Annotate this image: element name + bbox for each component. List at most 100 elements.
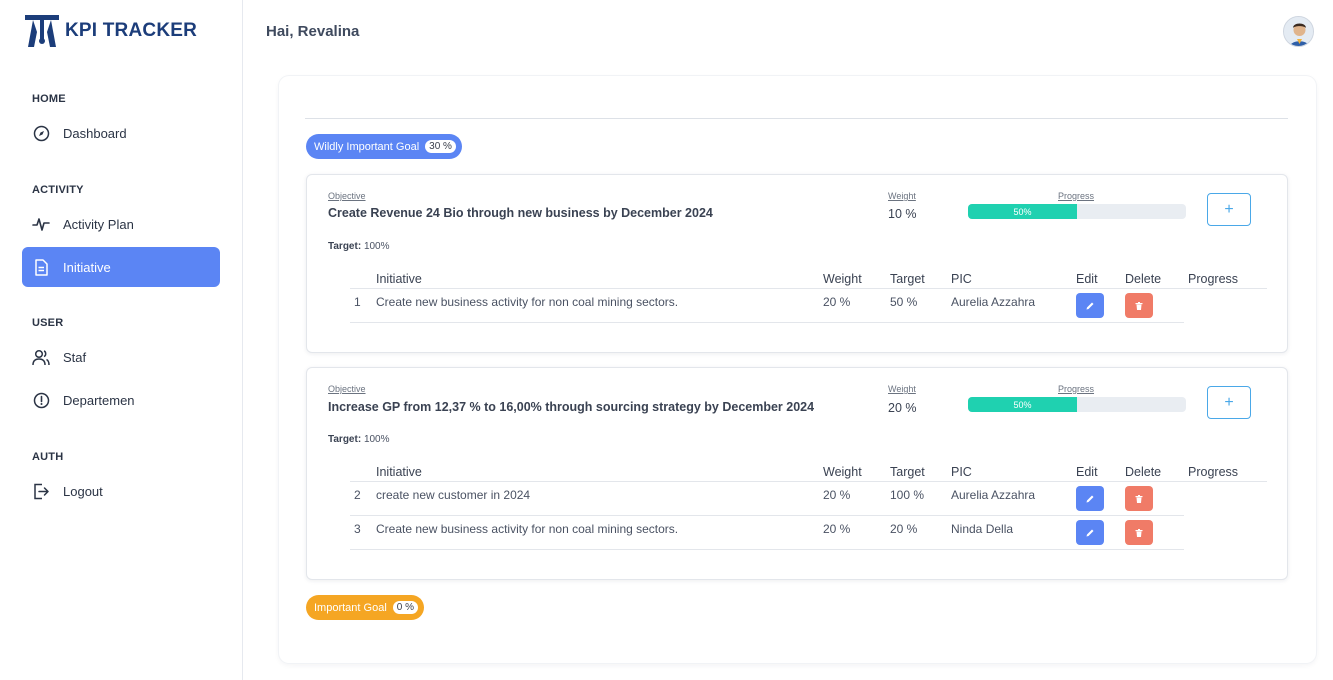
sidebar-item-dashboard[interactable]: Dashboard <box>22 113 220 153</box>
table-row: 1 Create new business activity for non c… <box>350 289 1184 323</box>
col-weight: Weight <box>823 272 862 286</box>
sidebar-item-label: Activity Plan <box>63 216 134 232</box>
sidebar-item-label: Logout <box>63 483 103 499</box>
col-delete: Delete <box>1125 272 1162 286</box>
initiative-target: 100 % <box>890 488 925 502</box>
delete-button[interactable] <box>1125 520 1153 545</box>
initiative-weight: 20 % <box>823 522 851 536</box>
progress-label: Progress <box>1058 384 1095 394</box>
initiative-pic: Aurelia Azzahra <box>951 488 1036 502</box>
goal-name: Important Goal <box>314 601 387 614</box>
alert-circle-icon <box>32 391 50 409</box>
edit-button[interactable] <box>1076 486 1104 511</box>
kpi-logo-icon <box>25 15 59 47</box>
brand-name: KPI TRACKER <box>65 20 198 41</box>
initiative-name: create new customer in 2024 <box>376 488 531 502</box>
col-target: Target <box>890 465 925 479</box>
section-title-user: USER <box>32 317 64 329</box>
plus-icon: + <box>1224 200 1234 218</box>
sidebar-item-activity-plan[interactable]: Activity Plan <box>22 204 220 244</box>
logout-icon <box>32 482 50 500</box>
goal-pill-wildly-important[interactable]: Wildly Important Goal 30 % <box>306 134 462 159</box>
col-target: Target <box>890 272 925 286</box>
objective-title: Create Revenue 24 Bio through new busine… <box>328 206 713 220</box>
row-number: 1 <box>354 295 361 309</box>
trash-icon <box>1135 528 1143 537</box>
document-icon <box>32 258 50 276</box>
edit-button[interactable] <box>1076 520 1104 545</box>
initiative-table: Initiative Weight Target PIC Edit Delete… <box>350 461 1267 550</box>
trash-icon <box>1135 494 1143 503</box>
activity-icon <box>32 215 50 233</box>
initiative-name: Create new business activity for non coa… <box>376 522 679 536</box>
sidebar-item-logout[interactable]: Logout <box>22 471 220 511</box>
col-progress: Progress <box>1188 465 1239 479</box>
progress-label: Progress <box>1058 191 1095 201</box>
target-label: Target: <box>328 434 362 445</box>
progress-fill-label: 50% <box>1013 399 1032 410</box>
goal-percent-badge: 0 % <box>392 601 418 614</box>
objective-weight: 20 % <box>888 401 917 415</box>
objective-card: Objective Create Revenue 24 Bio through … <box>306 174 1288 353</box>
initiative-pic: Aurelia Azzahra <box>951 295 1036 309</box>
pencil-icon <box>1086 495 1094 502</box>
objective-title: Increase GP from 12,37 % to 16,00% throu… <box>328 400 815 414</box>
target-label: Target: <box>328 241 362 252</box>
initiative-table: Initiative Weight Target PIC Edit Delete… <box>350 268 1267 323</box>
progress-fill: 50% <box>968 397 1077 412</box>
pencil-icon <box>1086 529 1094 536</box>
sidebar-item-label: Staf <box>63 349 87 365</box>
weight-label: Weight <box>888 384 916 394</box>
sidebar: KPI TRACKER HOME Dashboard ACTIVITY Acti… <box>0 0 243 680</box>
table-row: 2 create new customer in 2024 20 % 100 %… <box>350 482 1184 516</box>
sidebar-item-staf[interactable]: Staf <box>22 337 220 377</box>
delete-button[interactable] <box>1125 293 1153 318</box>
target-value: 100% <box>363 241 390 252</box>
weight-label: Weight <box>888 191 916 201</box>
sidebar-item-initiative[interactable]: Initiative <box>22 247 220 287</box>
goal-pill-important[interactable]: Important Goal 0 % <box>306 595 424 620</box>
progress-fill: 50% <box>968 204 1077 219</box>
edit-button[interactable] <box>1076 293 1104 318</box>
target-value: 100% <box>363 434 390 445</box>
sidebar-item-label: Dashboard <box>63 125 127 141</box>
user-avatar-icon <box>1284 17 1313 46</box>
progress-fill-label: 50% <box>1013 206 1032 217</box>
col-initiative: Initiative <box>376 272 422 286</box>
divider <box>305 118 1288 119</box>
pencil-icon <box>1086 302 1094 309</box>
greeting-text: Hai, Revalina <box>266 23 360 40</box>
col-delete: Delete <box>1125 465 1162 479</box>
add-initiative-button[interactable]: + <box>1207 386 1251 419</box>
sidebar-item-label: Departemen <box>63 392 135 408</box>
plus-icon: + <box>1224 393 1234 411</box>
brand[interactable]: KPI TRACKER <box>24 14 197 48</box>
progress-bar: 50% <box>968 204 1186 219</box>
objective-label: Objective <box>328 384 366 394</box>
objective-card: Objective Increase GP from 12,37 % to 16… <box>306 367 1288 580</box>
section-title-auth: AUTH <box>32 451 64 463</box>
dashboard-icon <box>32 124 50 142</box>
col-edit: Edit <box>1076 465 1098 479</box>
sidebar-item-departemen[interactable]: Departemen <box>22 380 220 420</box>
col-pic: PIC <box>951 272 972 286</box>
initiative-weight: 20 % <box>823 488 851 502</box>
table-row: 3 Create new business activity for non c… <box>350 516 1184 550</box>
add-initiative-button[interactable]: + <box>1207 193 1251 226</box>
section-title-home: HOME <box>32 93 66 105</box>
initiative-target: 20 % <box>890 522 918 536</box>
objective-target: Target: 100% <box>328 241 390 252</box>
delete-button[interactable] <box>1125 486 1153 511</box>
col-pic: PIC <box>951 465 972 479</box>
col-progress: Progress <box>1188 272 1239 286</box>
col-edit: Edit <box>1076 272 1098 286</box>
row-number: 3 <box>354 522 361 536</box>
users-icon <box>32 348 50 366</box>
table-header: Initiative Weight Target PIC Edit Delete… <box>350 461 1267 482</box>
table-header: Initiative Weight Target PIC Edit Delete… <box>350 268 1267 289</box>
avatar[interactable] <box>1283 16 1314 47</box>
objective-label: Objective <box>328 191 366 201</box>
objective-weight: 10 % <box>888 207 917 221</box>
col-initiative: Initiative <box>376 465 422 479</box>
row-number: 2 <box>354 488 361 502</box>
